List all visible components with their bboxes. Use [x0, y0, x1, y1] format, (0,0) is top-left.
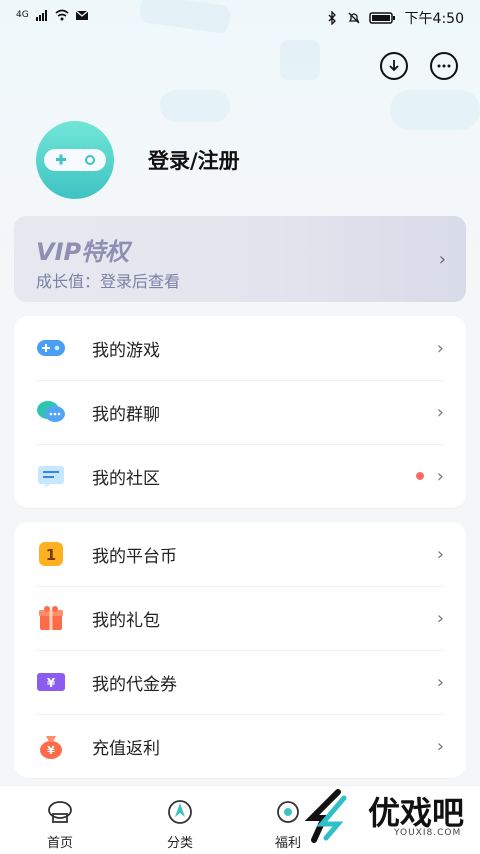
money-bag-icon: ¥	[36, 731, 66, 761]
chevron-right-icon: ›	[436, 337, 444, 359]
svg-text:¥: ¥	[47, 744, 55, 757]
mail-icon	[75, 10, 89, 20]
community-icon	[36, 461, 66, 491]
menu-label: 充值返利	[92, 738, 160, 759]
vip-title: VIP特权	[36, 238, 130, 266]
menu-item-my-group-chats[interactable]: 我的群聊 ›	[14, 380, 466, 444]
menu-label: 我的代金券	[92, 674, 177, 695]
menu-label: 我的社区	[92, 468, 160, 489]
wifi-icon	[55, 9, 69, 21]
svg-text:1: 1	[46, 546, 56, 564]
category-icon	[168, 800, 192, 824]
menu-item-gift-packs[interactable]: 我的礼包 ›	[14, 586, 466, 650]
avatar-gamepad-icon	[56, 154, 95, 165]
menu-item-vouchers[interactable]: ¥ 我的代金券 ›	[14, 650, 466, 714]
menu-item-recharge-rebate[interactable]: ¥ 充值返利 ›	[14, 714, 466, 778]
menu-item-my-community[interactable]: 我的社区 ›	[14, 444, 466, 508]
menu-item-my-games[interactable]: 我的游戏 ›	[14, 316, 466, 380]
watermark-logo: 优戏吧 YOUXI8.COM	[302, 786, 472, 846]
chevron-right-icon: ›	[436, 671, 444, 693]
coin-icon: 1	[36, 539, 66, 569]
menu-label: 我的群聊	[92, 404, 160, 425]
chevron-right-icon: ›	[436, 401, 444, 423]
chat-icon	[437, 64, 451, 68]
welfare-icon	[277, 801, 299, 823]
chevron-right-icon: ›	[436, 465, 444, 487]
tab-label: 首页	[46, 836, 73, 851]
signal-icon	[35, 10, 47, 21]
gamepad-icon	[36, 333, 66, 363]
clock: 下午4:50	[404, 11, 464, 27]
bluetooth-icon	[328, 11, 336, 25]
menu-label: 我的平台币	[92, 546, 177, 567]
status-bar: 4G 下午4:50	[0, 0, 480, 34]
profile-section[interactable]: 登录/注册	[36, 120, 240, 200]
battery-icon	[368, 12, 395, 24]
group-chat-icon	[36, 397, 66, 427]
menu-group-2: 1 我的平台币 › 我的礼包 › ¥ 我的代金券 › ¥ 充值返利 ›	[14, 522, 466, 778]
chevron-right-icon: ›	[436, 735, 444, 757]
menu-group-1: 我的游戏 › 我的群聊 › 我的社区 ›	[14, 316, 466, 508]
network-type: 4G	[16, 10, 29, 20]
login-register-link[interactable]: 登录/注册	[148, 145, 240, 175]
vip-subtitle: 成长值：登录后查看	[36, 272, 181, 291]
mute-bell-icon	[348, 12, 360, 24]
chevron-right-icon: ›	[436, 607, 444, 629]
tab-home[interactable]: 首页	[20, 798, 100, 851]
chevron-right-icon: ›	[438, 249, 446, 270]
voucher-icon: ¥	[36, 667, 66, 697]
menu-label: 我的礼包	[92, 610, 160, 631]
header-actions	[380, 52, 458, 80]
watermark-subtext: YOUXI8.COM	[394, 828, 462, 838]
avatar[interactable]	[36, 121, 114, 199]
chevron-right-icon: ›	[436, 543, 444, 565]
menu-item-platform-coins[interactable]: 1 我的平台币 ›	[14, 522, 466, 586]
download-icon	[389, 60, 399, 72]
svg-text:¥: ¥	[47, 676, 56, 690]
download-button[interactable]	[380, 52, 408, 80]
watermark-logo-icon	[304, 789, 347, 843]
menu-label: 我的游戏	[92, 340, 160, 361]
message-button[interactable]	[430, 52, 458, 80]
gift-icon	[36, 603, 66, 633]
vip-card[interactable]: VIP特权 成长值：登录后查看 ›	[14, 216, 466, 302]
notification-dot	[416, 472, 424, 480]
tab-label: 分类	[166, 836, 193, 851]
tab-category[interactable]: 分类	[140, 798, 220, 851]
home-icon	[48, 801, 72, 823]
bottom-tab-bar: 首页 分类 福利 优戏吧 YOUXI8.COM	[0, 785, 480, 854]
